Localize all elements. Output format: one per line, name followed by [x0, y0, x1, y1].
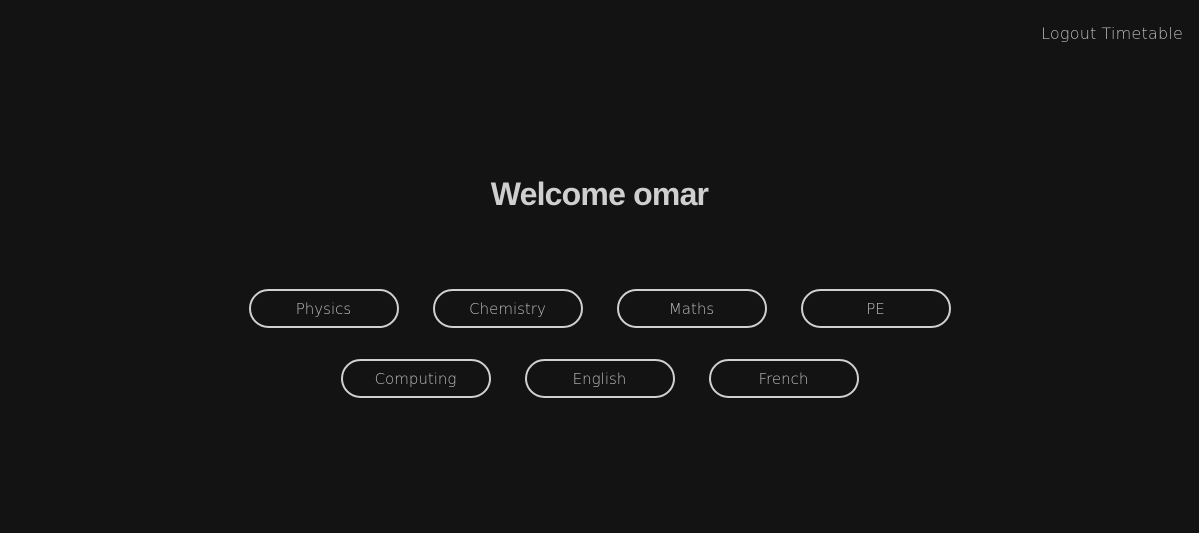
subject-button-maths[interactable]: Maths — [616, 289, 767, 328]
subject-button-computing[interactable]: Computing — [340, 359, 491, 398]
subject-button-chemistry[interactable]: Chemistry — [432, 289, 583, 328]
logout-link[interactable]: Logout — [1041, 24, 1096, 43]
subject-button-pe[interactable]: PE — [800, 289, 951, 328]
subject-button-french[interactable]: French — [708, 359, 859, 398]
subject-row-1: Physics Chemistry Maths PE — [248, 289, 951, 328]
timetable-link[interactable]: Timetable — [1102, 24, 1183, 43]
subject-button-english[interactable]: English — [524, 359, 675, 398]
top-nav: Logout Timetable — [1041, 24, 1183, 43]
subject-button-physics[interactable]: Physics — [248, 289, 399, 328]
subject-buttons: Physics Chemistry Maths PE Computing Eng… — [0, 289, 1199, 398]
welcome-heading: Welcome omar — [490, 176, 709, 212]
subject-row-2: Computing English French — [340, 359, 859, 398]
